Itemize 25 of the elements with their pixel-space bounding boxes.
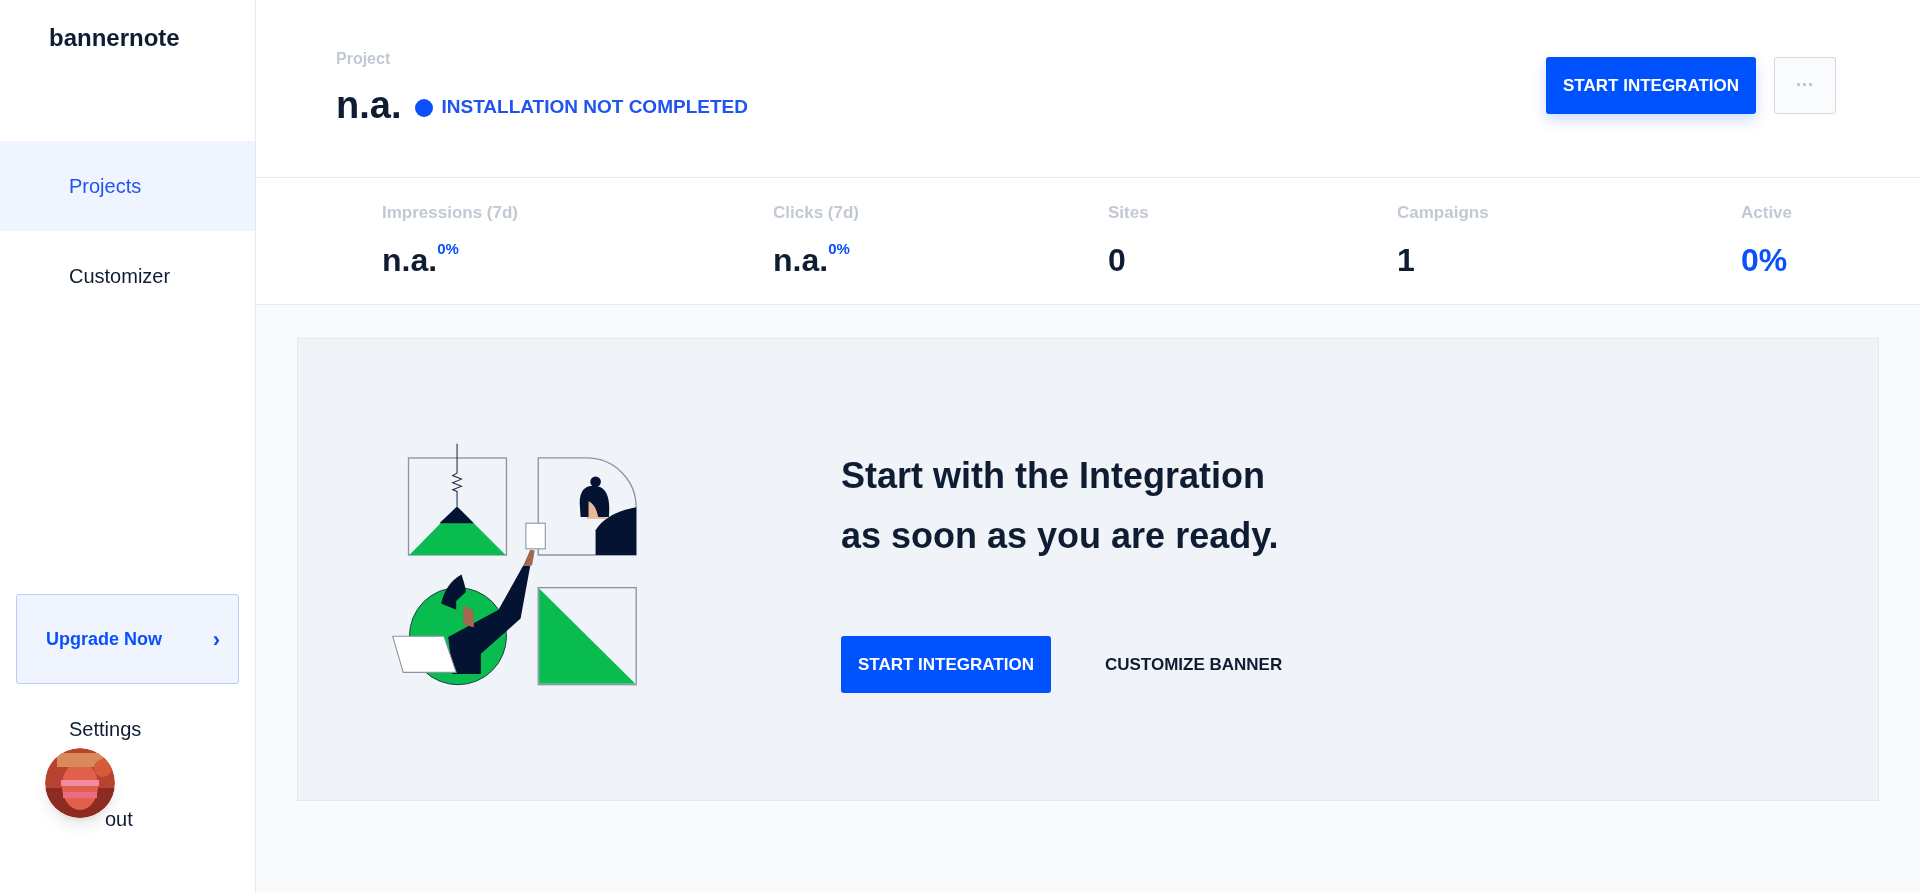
sidebar-item[interactable]: Projects [0,141,255,231]
installation-status: INSTALLATION NOT COMPLETED [441,95,748,120]
project-label: Project [336,49,392,69]
brand-logo[interactable]: bannernote [0,0,255,141]
stat-value: 1 [1397,240,1415,280]
stat-label: Sites [1108,202,1150,224]
stat-change: 0% [437,238,459,259]
stat-value: 0% [1741,240,1788,280]
stat-label: Active [1741,202,1794,224]
stat-value: n.a. [382,240,438,280]
project-name: n.a. [336,83,402,128]
empty-state-heading: Start with the Integration as soon as you are ready. [841,454,1280,558]
sidebar-item[interactable]: Customizer [0,231,255,321]
stat-value: n.a. [773,240,829,280]
sidebar-item[interactable]: Settings [0,714,142,744]
start-integration-button[interactable]: START INTEGRATION [841,636,1051,693]
stat-label: Clicks (7d) [773,202,860,224]
sidebar-item[interactable]: out [0,804,133,834]
stat-change: 0% [828,238,850,259]
start-integration-button[interactable]: START INTEGRATION [1546,57,1756,114]
stat-label: Impressions (7d) [382,202,520,224]
upgrade-button[interactable]: Upgrade Now › [16,594,239,684]
stat-value: 0 [1108,240,1126,280]
customize-banner-button[interactable]: CUSTOMIZE BANNER [1104,651,1283,678]
stat-label: Campaigns [1397,202,1490,224]
